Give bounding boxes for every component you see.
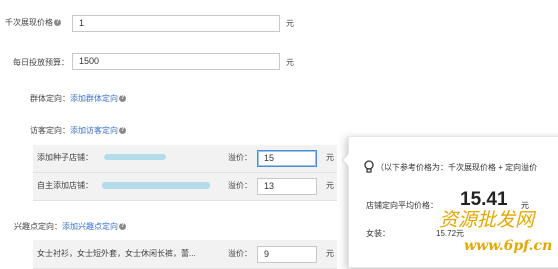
cpm-unit: 元 — [286, 19, 294, 28]
watermark-text: 资源批发网 — [439, 209, 535, 231]
help-icon[interactable]: ? — [119, 95, 126, 103]
group-targeting-row: 群体定向：添加群体定向? — [30, 93, 126, 105]
cpm-input[interactable]: 1 — [72, 15, 280, 32]
category-label: 女装： — [366, 229, 390, 238]
popover-hint: （以下参考价格为：千次展现价格 + 定向溢价 — [376, 163, 538, 172]
interest-row-premium-label: 溢价： — [228, 249, 252, 258]
add-interest-targeting-link[interactable]: 添加兴趣点定向 — [62, 222, 118, 231]
seed-shops-premium-input[interactable]: 15 — [257, 150, 317, 167]
own-shop-premium-label: 溢价： — [228, 181, 252, 190]
help-icon[interactable]: ? — [54, 19, 61, 27]
interest-row-label: 女士衬衫，女士短外套，女士休闲长裤，蕾... — [37, 249, 196, 258]
visitor-targeting-row: 访客定向：添加访客定向? — [30, 125, 126, 137]
help-icon[interactable]: ? — [119, 127, 126, 135]
popover-pointer-inner — [343, 154, 349, 166]
daily-budget-input[interactable]: 1500 — [72, 53, 280, 70]
avg-price-label: 店铺定向平均价格： — [366, 201, 438, 210]
cpm-label-text: 千次展现价格 — [5, 18, 53, 27]
interest-row-unit: 元 — [326, 249, 334, 258]
visitor-targeting-label: 访客定向： — [30, 126, 70, 135]
cpm-label: 千次展现价格? — [5, 17, 61, 29]
interest-row-premium-input[interactable]: 9 — [257, 246, 317, 263]
own-shop-premium-input[interactable]: 13 — [257, 178, 317, 195]
daily-budget-unit: 元 — [286, 58, 294, 67]
seed-shops-unit: 元 — [326, 153, 334, 162]
seed-shops-label: 添加种子店铺： — [37, 153, 93, 162]
interest-targeting-row: 兴趣点定向：添加兴趣点定向? — [14, 221, 126, 233]
add-visitor-targeting-link[interactable]: 添加访客定向 — [70, 126, 118, 135]
help-icon[interactable]: ? — [119, 223, 126, 231]
lightbulb-icon — [364, 160, 374, 173]
interest-targeting-label: 兴趣点定向： — [14, 222, 62, 231]
daily-budget-label: 每日投放预算： — [13, 58, 69, 67]
blurred-shop-name — [104, 154, 166, 160]
watermark-url: www.6pf.cn — [464, 238, 553, 254]
own-shop-label: 自主添加店铺： — [37, 181, 93, 190]
blurred-shop-name — [102, 182, 210, 189]
seed-shops-premium-label: 溢价： — [228, 153, 252, 162]
group-targeting-label: 群体定向： — [30, 94, 70, 103]
own-shop-unit: 元 — [326, 181, 334, 190]
add-group-targeting-link[interactable]: 添加群体定向 — [70, 94, 118, 103]
